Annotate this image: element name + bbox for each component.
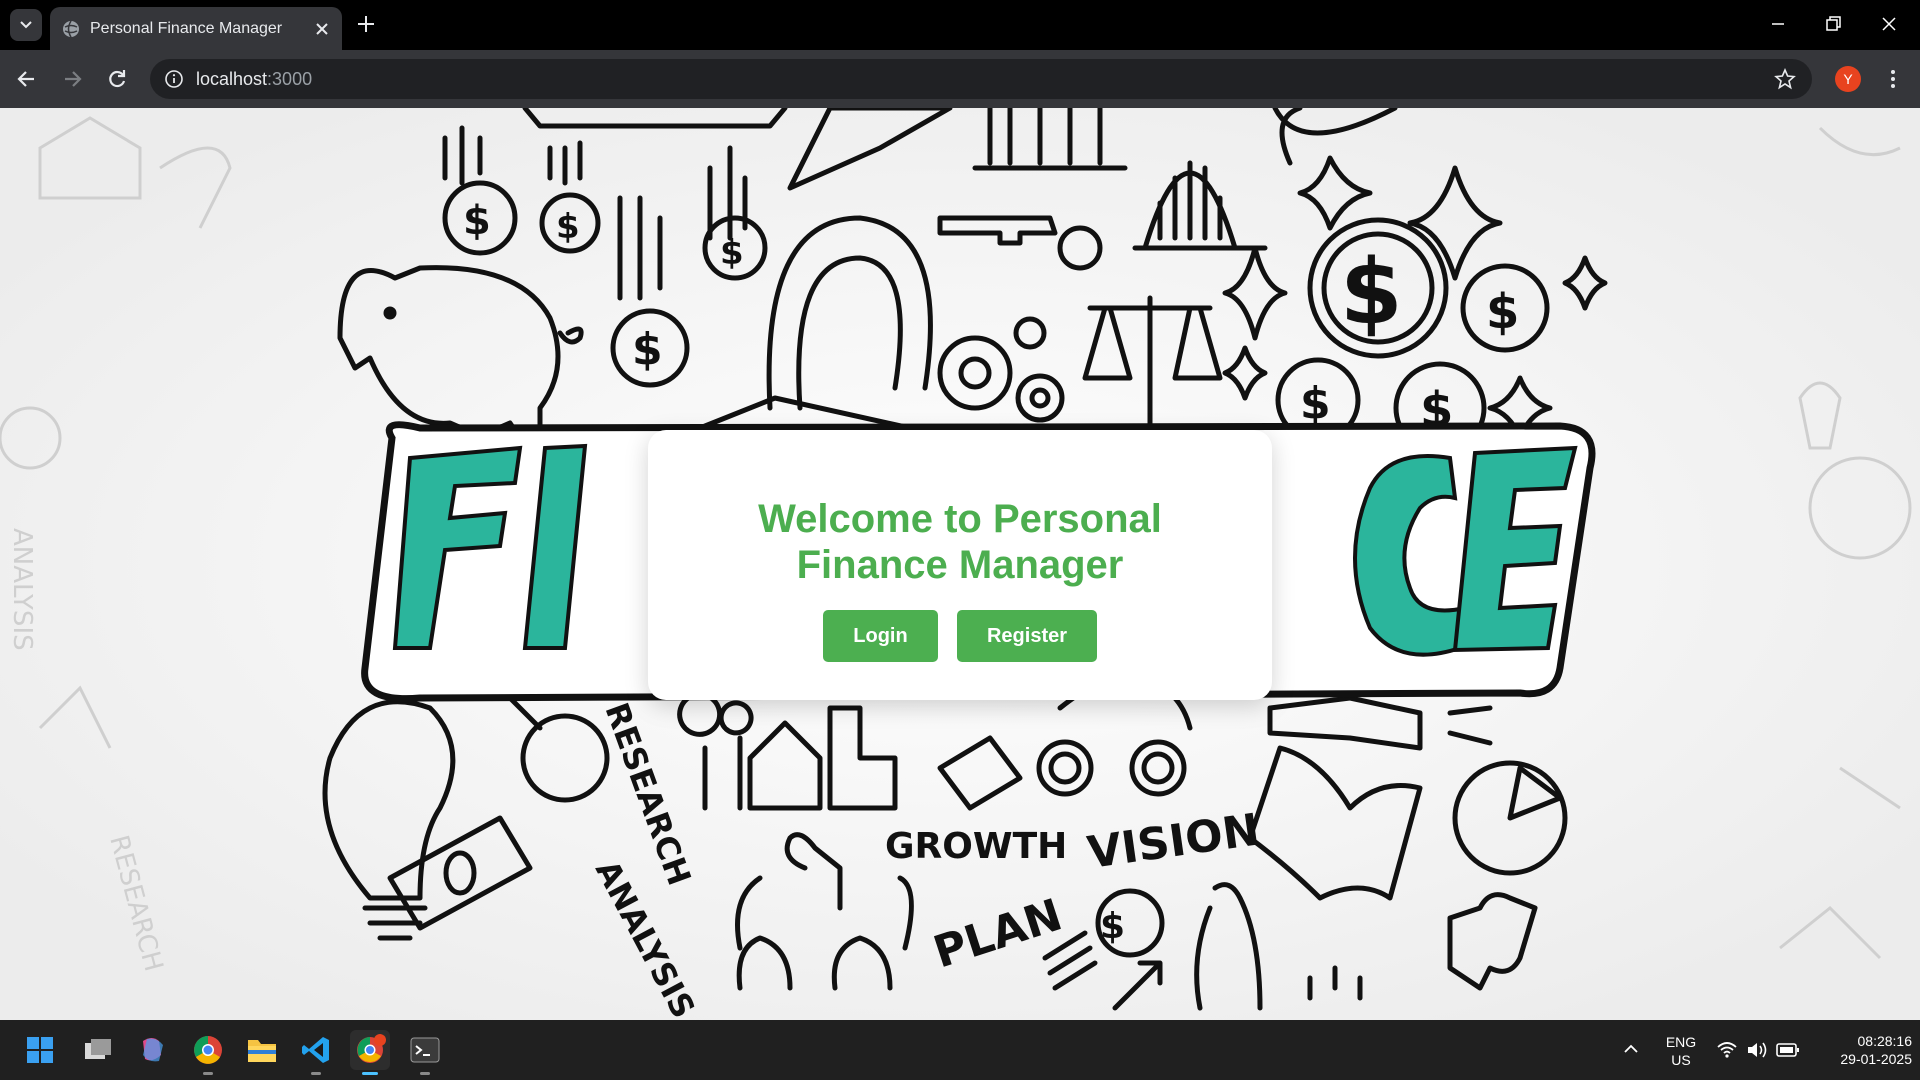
- terminal-button[interactable]: [405, 1030, 445, 1075]
- show-hidden-icons-chevron-icon[interactable]: [1622, 1042, 1640, 1056]
- running-indicator: [311, 1072, 321, 1075]
- close-window-icon[interactable]: [1878, 13, 1900, 35]
- battery-icon[interactable]: [1776, 1042, 1800, 1058]
- svg-text:$: $: [463, 198, 491, 244]
- svg-text:$: $: [1486, 284, 1519, 340]
- reload-icon[interactable]: [104, 66, 130, 92]
- copilot-icon: [143, 1038, 163, 1062]
- welcome-heading-line1: Welcome to Personal: [758, 497, 1162, 541]
- site-info-icon[interactable]: [164, 69, 184, 89]
- doodle-word-growth: GROWTH: [885, 826, 1067, 867]
- vscode-button[interactable]: [296, 1030, 336, 1075]
- task-view-button[interactable]: [78, 1030, 118, 1070]
- welcome-heading: Welcome to Personal Finance Manager: [648, 496, 1272, 588]
- terminal-icon: [410, 1037, 440, 1063]
- volume-icon[interactable]: [1746, 1040, 1770, 1060]
- clock[interactable]: 08:28:16 29-01-2025: [1808, 1032, 1912, 1068]
- url-host: localhost: [196, 69, 268, 89]
- tab-title: Personal Finance Manager: [90, 20, 283, 37]
- windows-taskbar: ENG US 08:28:16 29-01-2025: [0, 1020, 1920, 1080]
- welcome-heading-line2: Finance Manager: [796, 543, 1124, 587]
- svg-text:$: $: [556, 207, 580, 247]
- login-button[interactable]: Login: [823, 610, 938, 662]
- welcome-card: Welcome to Personal Finance Manager Logi…: [648, 430, 1272, 700]
- start-button[interactable]: [20, 1030, 60, 1070]
- svg-text:$: $: [632, 324, 663, 375]
- active-indicator: [362, 1072, 378, 1075]
- browser-toolbar: localhost:3000 Y: [0, 50, 1920, 108]
- new-tab-icon[interactable]: [355, 13, 377, 35]
- minimize-icon[interactable]: [1767, 13, 1789, 35]
- windows-logo-icon: [27, 1037, 53, 1063]
- browser-tab-active[interactable]: Personal Finance Manager: [50, 7, 342, 50]
- chrome-icon: [357, 1034, 386, 1063]
- back-arrow-icon[interactable]: [14, 66, 40, 92]
- more-menu-icon[interactable]: [1880, 66, 1906, 92]
- globe-icon: [63, 20, 79, 38]
- url-text: localhost:3000: [196, 69, 312, 90]
- faint-word-analysis: ANALYSIS: [7, 528, 37, 651]
- region-code: US: [1671, 1052, 1691, 1068]
- vscode-icon: [302, 1037, 329, 1063]
- url-port: :3000: [267, 69, 313, 89]
- svg-text:$: $: [1300, 378, 1331, 429]
- page-viewport: ANALYSIS RESEARCH $ $ $ $ $ $ $ $ GROWTH…: [0, 108, 1920, 1020]
- tab-search-button[interactable]: [10, 9, 42, 41]
- chrome-profile-taskbar-button[interactable]: [350, 1030, 390, 1075]
- close-tab-icon[interactable]: [312, 19, 332, 39]
- language-code: ENG: [1665, 1034, 1697, 1050]
- profile-avatar[interactable]: Y: [1835, 66, 1861, 92]
- wifi-icon[interactable]: [1716, 1040, 1738, 1060]
- clock-time: 08:28:16: [1857, 1033, 1913, 1049]
- forward-arrow-icon[interactable]: [59, 66, 85, 92]
- svg-text:$: $: [1340, 240, 1403, 345]
- folder-icon: [248, 1040, 276, 1062]
- browser-tab-strip: Personal Finance Manager: [0, 0, 1920, 50]
- chrome-icon: [194, 1036, 222, 1064]
- task-view-icon: [85, 1039, 111, 1059]
- register-button[interactable]: Register: [957, 610, 1097, 662]
- clock-date: 29-01-2025: [1840, 1051, 1912, 1067]
- restore-icon[interactable]: [1822, 13, 1844, 35]
- running-indicator: [420, 1072, 430, 1075]
- bookmark-star-icon[interactable]: [1774, 68, 1796, 90]
- address-bar[interactable]: localhost:3000: [150, 59, 1812, 99]
- file-explorer-button[interactable]: [242, 1030, 282, 1070]
- svg-text:$: $: [720, 233, 744, 273]
- copilot-button[interactable]: [132, 1030, 172, 1070]
- running-indicator: [203, 1072, 213, 1075]
- chrome-taskbar-button[interactable]: [188, 1030, 228, 1075]
- chevron-down-icon: [20, 21, 32, 29]
- language-indicator[interactable]: ENG US: [1658, 1033, 1704, 1069]
